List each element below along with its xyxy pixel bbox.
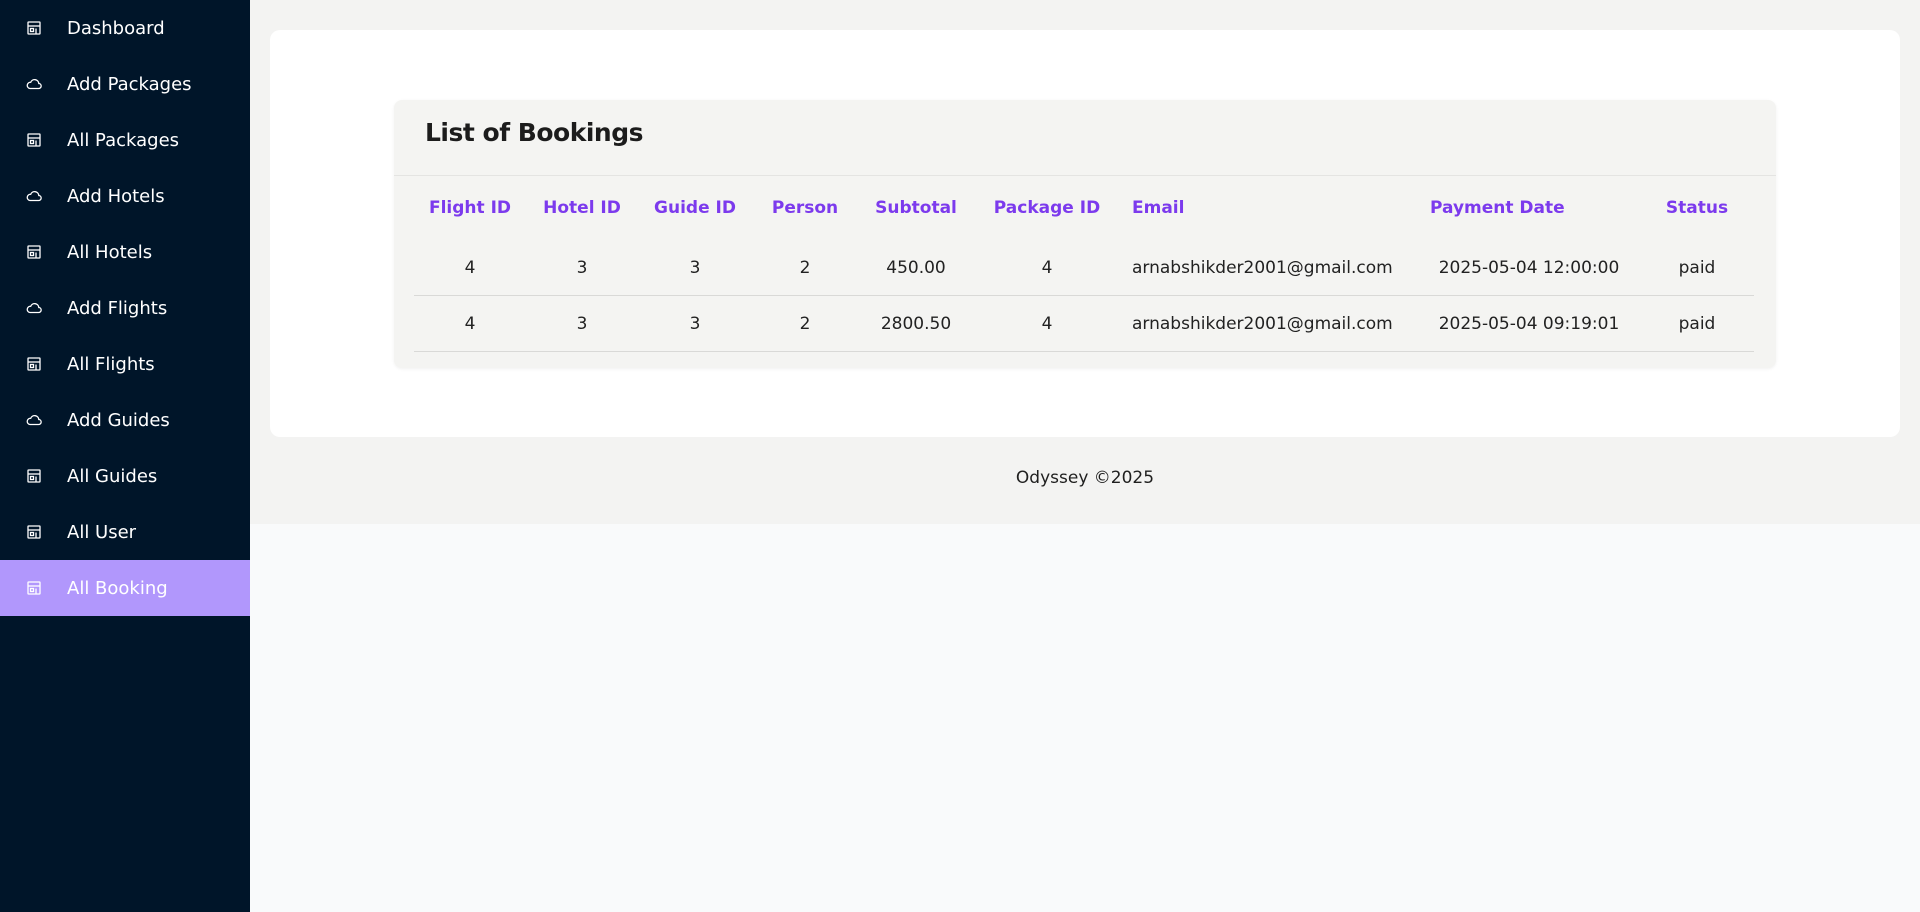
- sidebar-item-label: Add Packages: [67, 73, 192, 95]
- cell-hotel-id: 3: [526, 295, 638, 352]
- cell-package-id: 4: [974, 295, 1120, 352]
- column-header-person: Person: [771, 198, 839, 218]
- store-icon: [26, 20, 42, 36]
- cell-person: 2: [752, 295, 858, 352]
- table-row: 4 3 3 2 450.00 4 arnabshikder2001@gmail.…: [414, 240, 1754, 296]
- cloud-icon: [26, 412, 42, 428]
- sidebar-menu: Dashboard Add Packages All Packages Add …: [0, 0, 250, 616]
- store-icon: [26, 244, 42, 260]
- sidebar-item-all-booking[interactable]: All Booking: [0, 560, 250, 616]
- cloud-icon: [26, 188, 42, 204]
- cell-flight-id: 4: [414, 295, 526, 352]
- bookings-card: List of Bookings Flight ID Hotel ID Guid…: [394, 100, 1776, 368]
- sidebar-item-label: All Flights: [67, 353, 155, 375]
- sidebar-item-all-hotels[interactable]: All Hotels: [0, 224, 250, 280]
- cell-person: 2: [752, 240, 858, 296]
- column-header-payment-date: Payment Date: [1430, 198, 1565, 218]
- cell-package-id: 4: [974, 240, 1120, 296]
- content-area: List of Bookings Flight ID Hotel ID Guid…: [250, 0, 1920, 524]
- sidebar-item-all-flights[interactable]: All Flights: [0, 336, 250, 392]
- sidebar-item-add-packages[interactable]: Add Packages: [0, 56, 250, 112]
- sidebar: Dashboard Add Packages All Packages Add …: [0, 0, 250, 912]
- sidebar-item-all-user[interactable]: All User: [0, 504, 250, 560]
- sidebar-item-label: All Hotels: [67, 241, 153, 263]
- column-header-hotel-id: Hotel ID: [543, 198, 621, 218]
- cell-status: paid: [1640, 240, 1754, 296]
- cloud-icon: [26, 76, 42, 92]
- bookings-table: Flight ID Hotel ID Guide ID Person Subto…: [414, 176, 1754, 352]
- sidebar-item-label: Add Guides: [67, 409, 170, 431]
- column-header-package-id: Package ID: [993, 198, 1101, 218]
- sidebar-item-label: All Guides: [67, 465, 158, 487]
- cell-guide-id: 3: [638, 240, 752, 296]
- cell-email: arnabshikder2001@gmail.com: [1120, 295, 1418, 352]
- sidebar-item-label: All Packages: [67, 129, 180, 151]
- sidebar-item-label: Dashboard: [67, 17, 165, 39]
- cell-subtotal: 2800.50: [858, 295, 974, 352]
- sidebar-item-label: Add Flights: [67, 297, 168, 319]
- column-header-flight-id: Flight ID: [428, 198, 512, 218]
- column-header-status: Status: [1665, 198, 1729, 218]
- sidebar-item-all-guides[interactable]: All Guides: [0, 448, 250, 504]
- column-header-email: Email: [1132, 198, 1185, 218]
- table-header-row: Flight ID Hotel ID Guide ID Person Subto…: [414, 176, 1754, 240]
- sidebar-item-label: All Booking: [67, 577, 168, 599]
- sidebar-item-dashboard[interactable]: Dashboard: [0, 0, 250, 56]
- bookings-title: List of Bookings: [425, 118, 643, 147]
- store-icon: [26, 132, 42, 148]
- cell-payment-date: 2025-05-04 12:00:00: [1418, 240, 1640, 296]
- cloud-icon: [26, 300, 42, 316]
- column-header-guide-id: Guide ID: [654, 198, 736, 218]
- cell-payment-date: 2025-05-04 09:19:01: [1418, 295, 1640, 352]
- store-icon: [26, 356, 42, 372]
- store-icon: [26, 524, 42, 540]
- cell-status: paid: [1640, 295, 1754, 352]
- cell-flight-id: 4: [414, 240, 526, 296]
- sidebar-item-all-packages[interactable]: All Packages: [0, 112, 250, 168]
- column-header-subtotal: Subtotal: [875, 198, 957, 218]
- table-row: 4 3 3 2 2800.50 4 arnabshikder2001@gmail…: [414, 295, 1754, 352]
- sidebar-item-add-flights[interactable]: Add Flights: [0, 280, 250, 336]
- sidebar-item-label: All User: [67, 521, 137, 543]
- store-icon: [26, 468, 42, 484]
- cell-email: arnabshikder2001@gmail.com: [1120, 240, 1418, 296]
- cell-subtotal: 450.00: [858, 240, 974, 296]
- main-card: List of Bookings Flight ID Hotel ID Guid…: [270, 30, 1900, 437]
- sidebar-item-add-guides[interactable]: Add Guides: [0, 392, 250, 448]
- footer: Odyssey ©2025: [1015, 468, 1155, 488]
- sidebar-item-label: Add Hotels: [67, 185, 165, 207]
- cell-hotel-id: 3: [526, 240, 638, 296]
- store-icon: [26, 580, 42, 596]
- cell-guide-id: 3: [638, 295, 752, 352]
- sidebar-item-add-hotels[interactable]: Add Hotels: [0, 168, 250, 224]
